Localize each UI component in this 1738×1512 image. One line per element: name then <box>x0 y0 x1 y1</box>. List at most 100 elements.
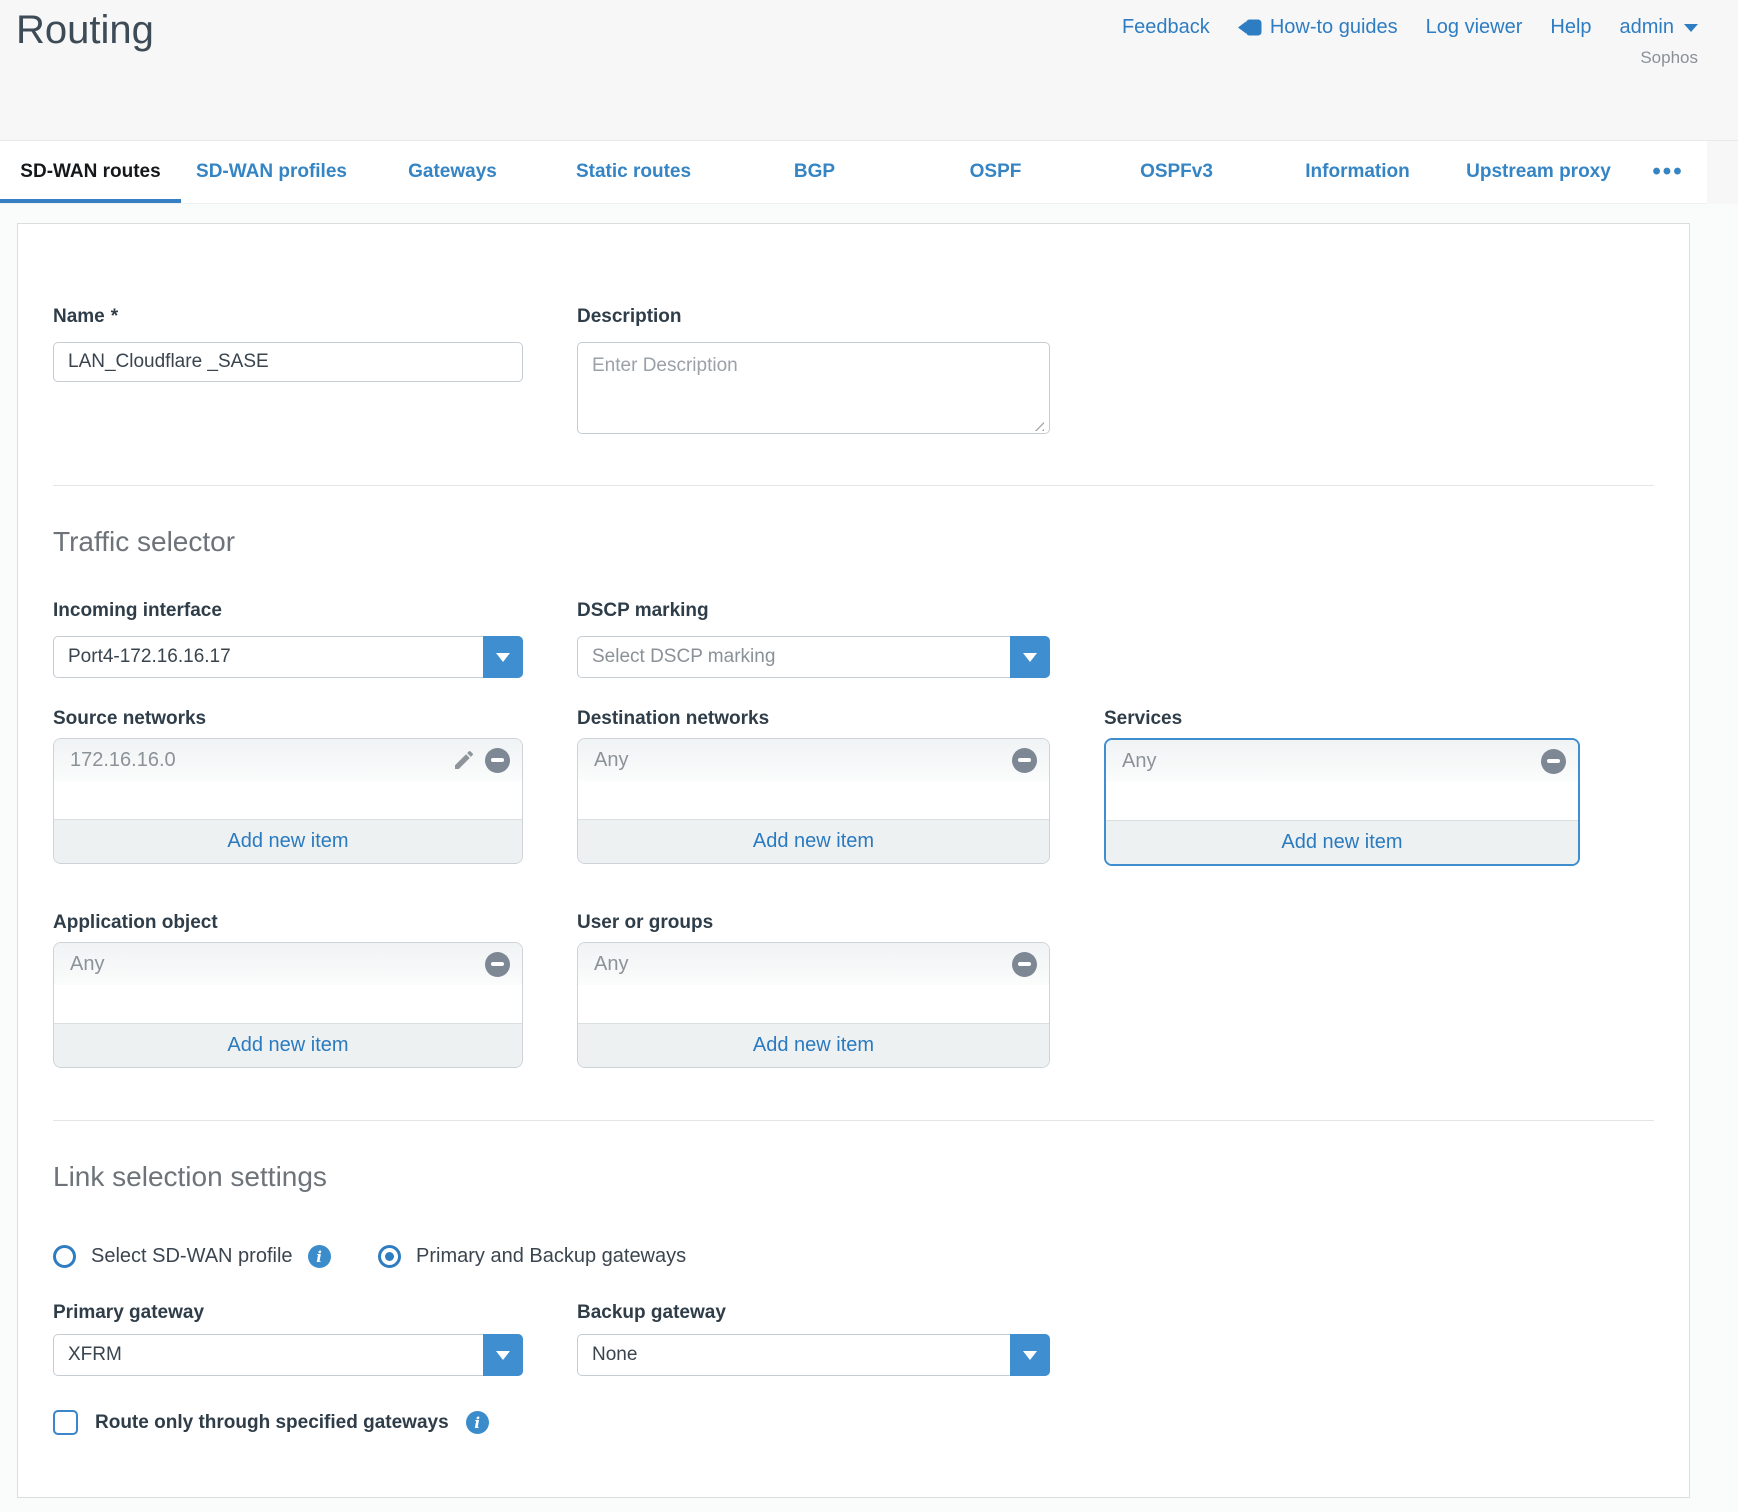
application-object-group: Application object Any Add new item <box>53 912 523 1068</box>
listbox-spacer <box>578 781 1049 819</box>
primary-gateway-select[interactable]: XFRM <box>53 1334 523 1376</box>
primary-gateway-group: Primary gateway XFRM <box>53 1302 523 1376</box>
destination-networks-listbox: Any Add new item <box>577 738 1050 864</box>
page-header: Routing Feedback How-to guides Log viewe… <box>0 0 1738 140</box>
add-new-item-button[interactable]: Add new item <box>54 1023 522 1067</box>
services-label: Services <box>1104 708 1580 730</box>
incoming-interface-select[interactable]: Port4-172.16.16.17 <box>53 636 523 678</box>
dscp-marking-placeholder: Select DSCP marking <box>592 646 775 668</box>
route-only-checkbox[interactable] <box>53 1410 78 1435</box>
admin-menu[interactable]: admin <box>1620 16 1698 39</box>
brand-label: Sophos <box>1640 48 1698 68</box>
radio-primary-backup-label: Primary and Backup gateways <box>416 1245 686 1268</box>
chevron-down-icon <box>1684 24 1698 32</box>
tab-sdwan-profiles[interactable]: SD-WAN profiles <box>181 141 362 203</box>
top-nav: Feedback How-to guides Log viewer Help a… <box>1122 16 1698 39</box>
help-link[interactable]: Help <box>1550 16 1591 39</box>
radio-primary-backup[interactable] <box>378 1245 401 1268</box>
tab-gateways[interactable]: Gateways <box>362 141 543 203</box>
incoming-interface-group: Incoming interface Port4-172.16.16.17 <box>53 600 523 678</box>
tab-bgp[interactable]: BGP <box>724 141 905 203</box>
dropdown-arrow-icon[interactable] <box>1010 636 1050 678</box>
description-label: Description <box>577 306 1050 328</box>
name-input[interactable] <box>53 342 523 382</box>
add-new-item-button[interactable]: Add new item <box>578 1023 1049 1067</box>
tab-upstream-proxy[interactable]: Upstream proxy <box>1448 141 1629 203</box>
tab-sdwan-routes[interactable]: SD-WAN routes <box>0 141 181 203</box>
route-only-row: Route only through specified gateways i <box>53 1410 1654 1435</box>
description-field-group: Description <box>577 306 1050 439</box>
dropdown-arrow-icon[interactable] <box>483 636 523 678</box>
listbox-spacer <box>578 985 1049 1023</box>
dropdown-arrow-icon[interactable] <box>483 1334 523 1376</box>
application-object-label: Application object <box>53 912 523 934</box>
add-new-item-button[interactable]: Add new item <box>54 819 522 863</box>
incoming-interface-value: Port4-172.16.16.17 <box>68 646 231 668</box>
link-selection-heading: Link selection settings <box>53 1161 1654 1193</box>
list-item: Any <box>54 943 522 985</box>
listbox-spacer <box>54 781 522 819</box>
backup-gateway-select[interactable]: None <box>577 1334 1050 1376</box>
remove-item-icon[interactable] <box>485 952 510 977</box>
primary-gateway-value: XFRM <box>68 1344 122 1366</box>
services-group: Services Any Add new item <box>1104 708 1580 866</box>
edit-pencil-icon[interactable] <box>452 748 476 772</box>
remove-item-icon[interactable] <box>1541 749 1566 774</box>
dscp-marking-select[interactable]: Select DSCP marking <box>577 636 1050 678</box>
page-title: Routing <box>16 8 154 53</box>
list-item: Any <box>1106 740 1578 782</box>
howto-guides-label: How-to guides <box>1270 16 1398 39</box>
tab-static-routes[interactable]: Static routes <box>543 141 724 203</box>
add-new-item-button[interactable]: Add new item <box>1106 820 1578 864</box>
application-object-listbox: Any Add new item <box>53 942 523 1068</box>
user-groups-label: User or groups <box>577 912 1050 934</box>
remove-item-icon[interactable] <box>1012 952 1037 977</box>
destination-networks-group: Destination networks Any Add new item <box>577 708 1050 864</box>
radio-sdwan-profile[interactable] <box>53 1245 76 1268</box>
traffic-selector-heading: Traffic selector <box>53 526 1654 558</box>
radio-primary-backup-group: Primary and Backup gateways <box>378 1245 686 1268</box>
listbox-spacer <box>54 985 522 1023</box>
dropdown-arrow-icon[interactable] <box>1010 1334 1050 1376</box>
list-item-value: Any <box>594 953 628 976</box>
list-item-value: 172.16.16.0 <box>70 749 176 772</box>
name-label: Name* <box>53 306 523 328</box>
primary-gateway-label: Primary gateway <box>53 1302 523 1324</box>
admin-label: admin <box>1620 16 1674 39</box>
description-input[interactable] <box>577 342 1050 434</box>
required-marker: * <box>111 306 118 328</box>
source-networks-group: Source networks 172.16.16.0 Add new item <box>53 708 523 864</box>
section-divider <box>53 485 1654 486</box>
dscp-marking-label: DSCP marking <box>577 600 1050 622</box>
dscp-marking-group: DSCP marking Select DSCP marking <box>577 600 1050 678</box>
add-new-item-button[interactable]: Add new item <box>578 819 1049 863</box>
section-divider <box>53 1120 1654 1121</box>
tab-ospfv3[interactable]: OSPFv3 <box>1086 141 1267 203</box>
source-networks-listbox: 172.16.16.0 Add new item <box>53 738 523 864</box>
list-item-value: Any <box>70 953 104 976</box>
tab-strip: SD-WAN routes SD-WAN profiles Gateways S… <box>0 140 1738 204</box>
radio-sdwan-profile-group: Select SD-WAN profile i <box>53 1245 378 1268</box>
remove-item-icon[interactable] <box>1012 748 1037 773</box>
info-icon[interactable]: i <box>466 1411 489 1434</box>
list-item-value: Any <box>594 749 628 772</box>
services-listbox: Any Add new item <box>1104 738 1580 866</box>
video-camera-icon <box>1238 19 1262 36</box>
info-icon[interactable]: i <box>308 1245 331 1268</box>
destination-networks-label: Destination networks <box>577 708 1050 730</box>
tab-bar: SD-WAN routes SD-WAN profiles Gateways S… <box>0 141 1707 204</box>
tab-ospf[interactable]: OSPF <box>905 141 1086 203</box>
user-groups-listbox: Any Add new item <box>577 942 1050 1068</box>
more-tabs-icon[interactable]: ••• <box>1629 141 1707 203</box>
content-panel: Name* Description Traffic selector Incom… <box>17 223 1690 1498</box>
list-item: Any <box>578 739 1049 781</box>
listbox-spacer <box>1106 782 1578 820</box>
howto-guides-link[interactable]: How-to guides <box>1238 16 1398 39</box>
tab-information[interactable]: Information <box>1267 141 1448 203</box>
remove-item-icon[interactable] <box>485 748 510 773</box>
log-viewer-link[interactable]: Log viewer <box>1426 16 1523 39</box>
source-networks-label: Source networks <box>53 708 523 730</box>
feedback-link[interactable]: Feedback <box>1122 16 1210 39</box>
backup-gateway-group: Backup gateway None <box>577 1302 1050 1376</box>
backup-gateway-value: None <box>592 1344 637 1366</box>
